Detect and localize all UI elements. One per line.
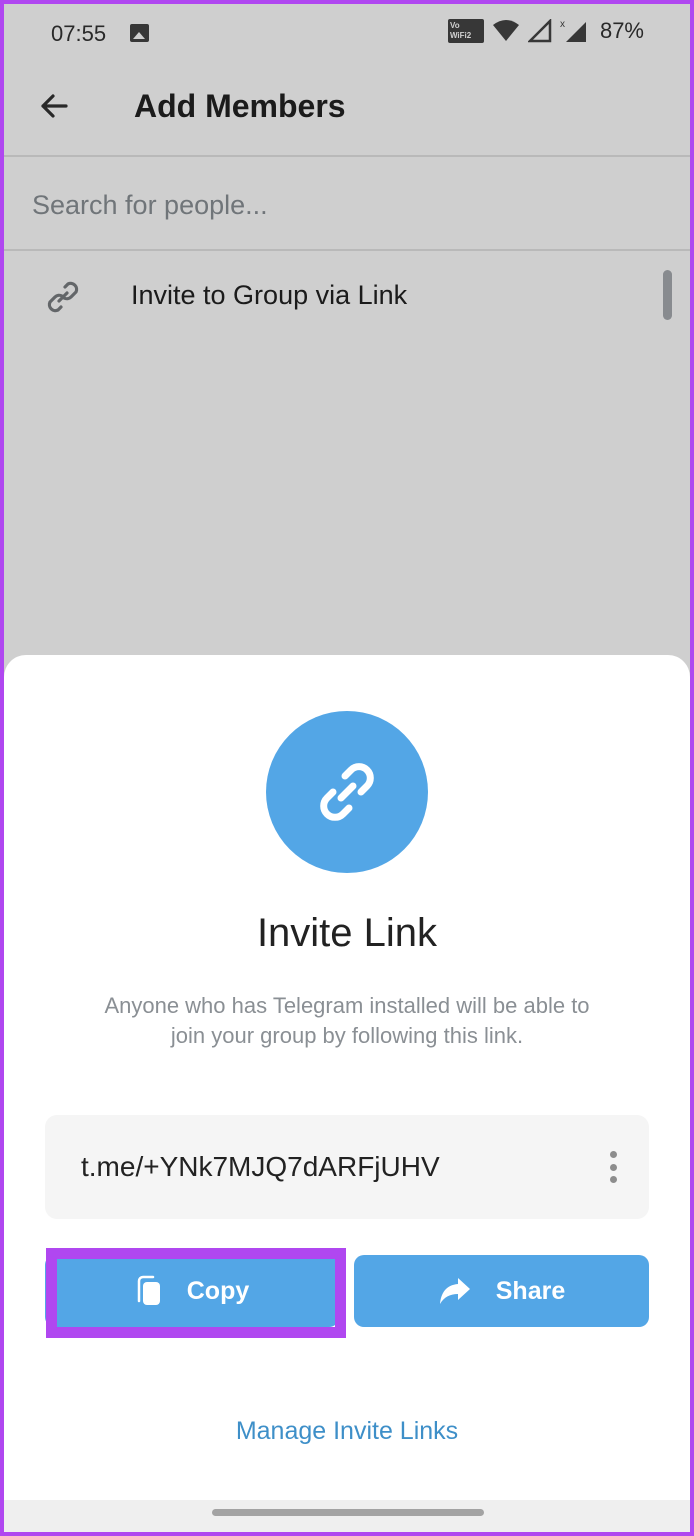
manage-invite-links-link[interactable]: Manage Invite Links <box>4 1417 690 1446</box>
gesture-handle[interactable] <box>212 1509 484 1516</box>
more-vertical-icon[interactable] <box>603 1149 623 1185</box>
share-button-label: Share <box>495 1276 566 1305</box>
copy-icon <box>137 1275 160 1305</box>
sheet-description: Anyone who has Telegram installed will b… <box>104 993 590 1048</box>
copy-button-label: Copy <box>186 1276 250 1305</box>
navigation-bar <box>4 1500 690 1532</box>
copy-button[interactable]: Copy <box>45 1255 339 1327</box>
invite-link-text[interactable]: t.me/+YNk7MJQ7dARFjUHV <box>81 1151 440 1183</box>
invite-link-sheet: Invite Link Anyone who has Telegram inst… <box>4 655 690 1532</box>
invite-link-field[interactable]: t.me/+YNk7MJQ7dARFjUHV <box>45 1115 649 1219</box>
invite-link-badge <box>266 711 428 873</box>
share-arrow-icon <box>439 1278 470 1304</box>
screen: 07:55 VoWiFi2 x 87% Add Members Invite t… <box>4 4 690 1532</box>
link-icon <box>320 763 374 821</box>
sheet-title: Invite Link <box>256 911 438 955</box>
share-button[interactable]: Share <box>354 1255 649 1327</box>
